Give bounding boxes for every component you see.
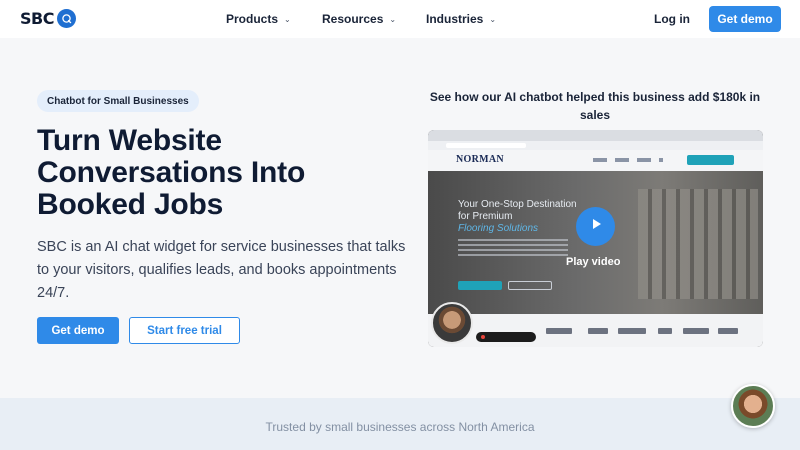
start-free-trial-button[interactable]: Start free trial: [129, 317, 240, 344]
hero-headline: Turn Website Conversations Into Booked J…: [37, 124, 306, 221]
top-nav: SBC Products ⌄ Resources ⌄ Industries ⌄ …: [0, 0, 800, 38]
thumb-url-bar: [428, 141, 763, 150]
nav-products[interactable]: Products ⌄: [226, 0, 291, 38]
thumb-logo-strip: [428, 314, 763, 347]
thumb-body-lines: [458, 239, 568, 257]
category-badge: Chatbot for Small Businesses: [37, 90, 199, 112]
nav-resources-label: Resources: [322, 12, 384, 26]
hero-get-demo-button[interactable]: Get demo: [37, 317, 119, 344]
sbc-logo[interactable]: SBC: [20, 9, 76, 28]
thumb-browser-bar: [428, 130, 763, 141]
trusted-text: Trusted by small businesses across North…: [265, 420, 535, 434]
thumb-site-header: NORMAN: [428, 150, 763, 171]
login-link[interactable]: Log in: [654, 12, 690, 26]
logo-text: SBC: [20, 9, 54, 28]
chat-bubble-icon: [56, 9, 76, 28]
play-icon: [589, 217, 603, 236]
thumb-shelves: [638, 189, 758, 299]
play-video-label[interactable]: Play video: [566, 256, 620, 268]
thumb-nav-links: [593, 158, 663, 162]
thumb-brand: NORMAN: [456, 154, 504, 165]
nav-products-label: Products: [226, 12, 279, 26]
video-player[interactable]: NORMAN Your One-Stop Destination for Pre…: [428, 130, 763, 347]
thumb-title: Your One-Stop Destination for Premium: [458, 199, 577, 222]
thumb-cta: [687, 155, 734, 165]
chat-widget-avatar[interactable]: [731, 384, 775, 428]
nav-industries[interactable]: Industries ⌄: [426, 0, 496, 38]
nav-industries-label: Industries: [426, 12, 484, 26]
chevron-down-icon: ⌄: [284, 14, 291, 24]
thumb-button-secondary: [508, 281, 552, 290]
thumb-button-primary: [458, 281, 502, 290]
chevron-down-icon: ⌄: [489, 14, 497, 24]
hero-subtext: SBC is an AI chat widget for service bus…: [37, 239, 406, 301]
thumb-record-controls: [476, 332, 536, 342]
presenter-avatar: [431, 302, 473, 344]
nav-get-demo-button[interactable]: Get demo: [709, 6, 781, 32]
chevron-down-icon: ⌄: [389, 14, 397, 24]
play-button[interactable]: [576, 207, 615, 246]
thumb-subtitle: Flooring Solutions: [458, 223, 539, 234]
trusted-section: Trusted by small businesses across North…: [0, 398, 800, 450]
nav-resources[interactable]: Resources ⌄: [322, 0, 396, 38]
video-heading: See how our AI chatbot helped this busin…: [429, 90, 761, 122]
